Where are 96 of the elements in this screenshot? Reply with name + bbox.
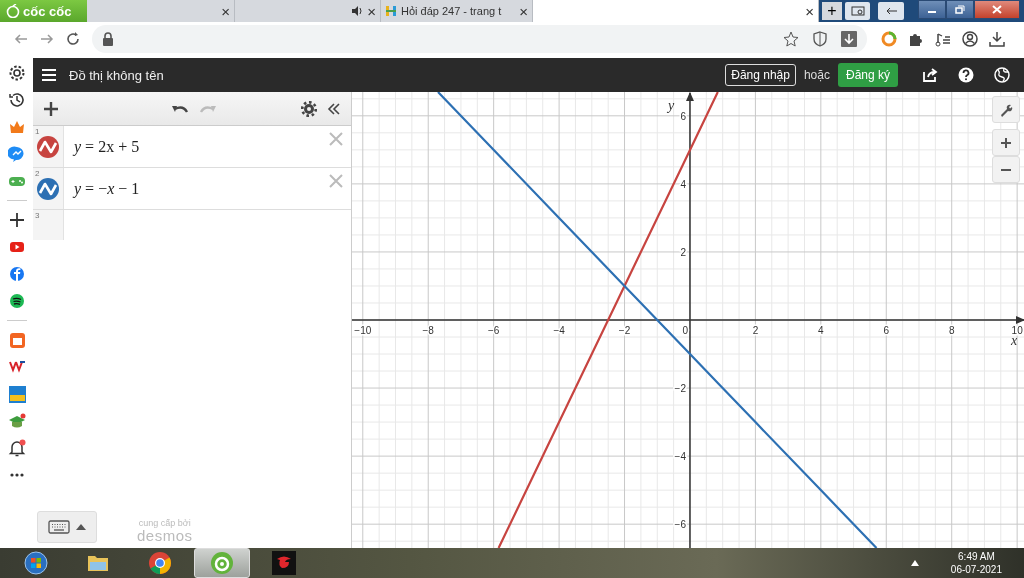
y-tick-label: −6: [674, 519, 686, 531]
plus-icon[interactable]: [7, 211, 26, 229]
shield-icon[interactable]: [813, 31, 827, 47]
expression-number: 3: [35, 211, 40, 220]
reload-icon[interactable]: [65, 31, 81, 47]
globe-icon[interactable]: [994, 67, 1010, 83]
wrench-icon: [999, 102, 1013, 117]
browser-tab[interactable]: ×: [234, 0, 381, 22]
music-list-icon[interactable]: [934, 31, 951, 47]
x-tick-label: −8: [422, 325, 434, 336]
y-axis-label: y: [667, 98, 675, 113]
new-tab-button[interactable]: +: [822, 2, 842, 20]
y-tick-label: −2: [674, 383, 686, 395]
download-tray-icon[interactable]: [988, 31, 1005, 47]
calendar-app-icon[interactable]: [7, 331, 26, 349]
zoom-out-button[interactable]: [992, 156, 1020, 183]
settings-icon[interactable]: [7, 64, 26, 82]
x-tick-label: 0: [682, 325, 688, 336]
x-axis-label: x: [1011, 333, 1018, 348]
wave-toggle-icon[interactable]: [37, 177, 59, 200]
back-button[interactable]: [878, 2, 904, 20]
leaf-logo-icon: [6, 4, 20, 18]
plus-icon[interactable]: [43, 100, 59, 117]
screen-icon: [850, 6, 865, 16]
graph-settings-button[interactable]: [992, 96, 1020, 123]
bell-icon[interactable]: [7, 439, 26, 457]
tab-title: Hỏi đáp 247 - trang t: [400, 5, 503, 17]
brand-name: cốc cốc: [23, 3, 72, 19]
tab-close-button[interactable]: ×: [519, 2, 528, 20]
h-logo-icon: [384, 5, 397, 17]
help-icon[interactable]: [958, 67, 974, 83]
expression-input[interactable]: y = 2x + 5: [74, 137, 140, 156]
x-tick-label: −6: [487, 325, 500, 336]
tab-close-button[interactable]: ×: [221, 2, 230, 20]
x-tick-label: −2: [618, 325, 631, 336]
y-tick-label: 2: [680, 246, 686, 258]
clock-date: 06-07-2021: [950, 563, 1002, 576]
restore-icon: [955, 5, 965, 14]
or-text: hoặc: [803, 68, 830, 82]
minimize-button[interactable]: [918, 0, 946, 19]
star-icon[interactable]: [783, 31, 799, 47]
x-tick-label: −10: [354, 325, 372, 336]
y-tick-label: 4: [680, 178, 686, 190]
chat-bubble-icon[interactable]: [7, 145, 26, 163]
lock-icon: [102, 32, 114, 46]
leaf-circle-icon: [210, 551, 234, 575]
arrow-icon: [884, 6, 899, 16]
tab-close-button[interactable]: ×: [805, 2, 814, 20]
close-icon: [992, 5, 1002, 14]
tray-caret-icon[interactable]: [910, 560, 919, 566]
keyboard-icon: [48, 520, 70, 534]
start-orb-icon: [24, 551, 48, 575]
close-button[interactable]: [974, 0, 1020, 19]
menu-icon[interactable]: [41, 68, 57, 82]
collapse-icon[interactable]: [327, 101, 341, 116]
browser-tab[interactable]: ×: [86, 0, 235, 22]
browser-tab[interactable]: Hỏi đáp 247 - trang t ×: [380, 0, 533, 22]
download-icon[interactable]: [841, 31, 857, 47]
expression-number: 2: [35, 169, 40, 178]
graduation-cap-icon[interactable]: [7, 412, 26, 430]
ring-icon[interactable]: [880, 31, 897, 47]
f-circle-icon[interactable]: [7, 265, 26, 283]
x-tick-label: 6: [883, 325, 890, 336]
puzzle-icon[interactable]: [907, 31, 924, 47]
plus-icon: [1000, 136, 1012, 149]
expression-number: 1: [35, 127, 40, 136]
x-tick-label: −4: [553, 325, 565, 336]
account-icon[interactable]: [961, 31, 978, 47]
browser-tab[interactable]: ×: [532, 0, 819, 22]
brand-wordmark: desmos: [137, 528, 193, 543]
expression-input[interactable]: y = −x − 1: [74, 179, 140, 198]
sound-waves-icon[interactable]: [7, 292, 26, 310]
caret-icon: [76, 524, 86, 530]
app-tile-icon[interactable]: [7, 385, 26, 403]
y-tick-label: −4: [674, 451, 686, 463]
graph-canvas[interactable]: −10 −8 −6 −4 −2 0 2 4 6 8 10 −6 −4 −2 2 4 6 x y: [352, 92, 1024, 548]
powered-by-caption: cung cấp bởi: [138, 519, 191, 528]
wave-toggle-icon[interactable]: [37, 135, 59, 158]
x-tick-label: 10: [1011, 325, 1023, 336]
history-icon[interactable]: [7, 91, 26, 109]
keypad-toggle-button[interactable]: [37, 511, 97, 543]
reader-button[interactable]: [844, 2, 871, 20]
x-tick-label: 4: [818, 325, 824, 336]
graph-title: Đồ thị không tên: [69, 67, 164, 83]
x-tick-label: 2: [752, 325, 759, 336]
login-button[interactable]: Đăng nhập: [725, 64, 796, 86]
dragon-logo-icon: [272, 551, 296, 575]
maximize-button[interactable]: [946, 0, 974, 19]
y-tick-label: 6: [680, 110, 686, 122]
chrome-icon: [148, 551, 172, 575]
tab-close-button[interactable]: ×: [367, 2, 376, 20]
settings-icon[interactable]: [301, 100, 317, 117]
x-tick-label: 8: [948, 325, 955, 336]
zoom-in-button[interactable]: [992, 129, 1020, 156]
share-icon[interactable]: [922, 67, 938, 83]
clock-time: 6:49 AM: [958, 550, 995, 563]
